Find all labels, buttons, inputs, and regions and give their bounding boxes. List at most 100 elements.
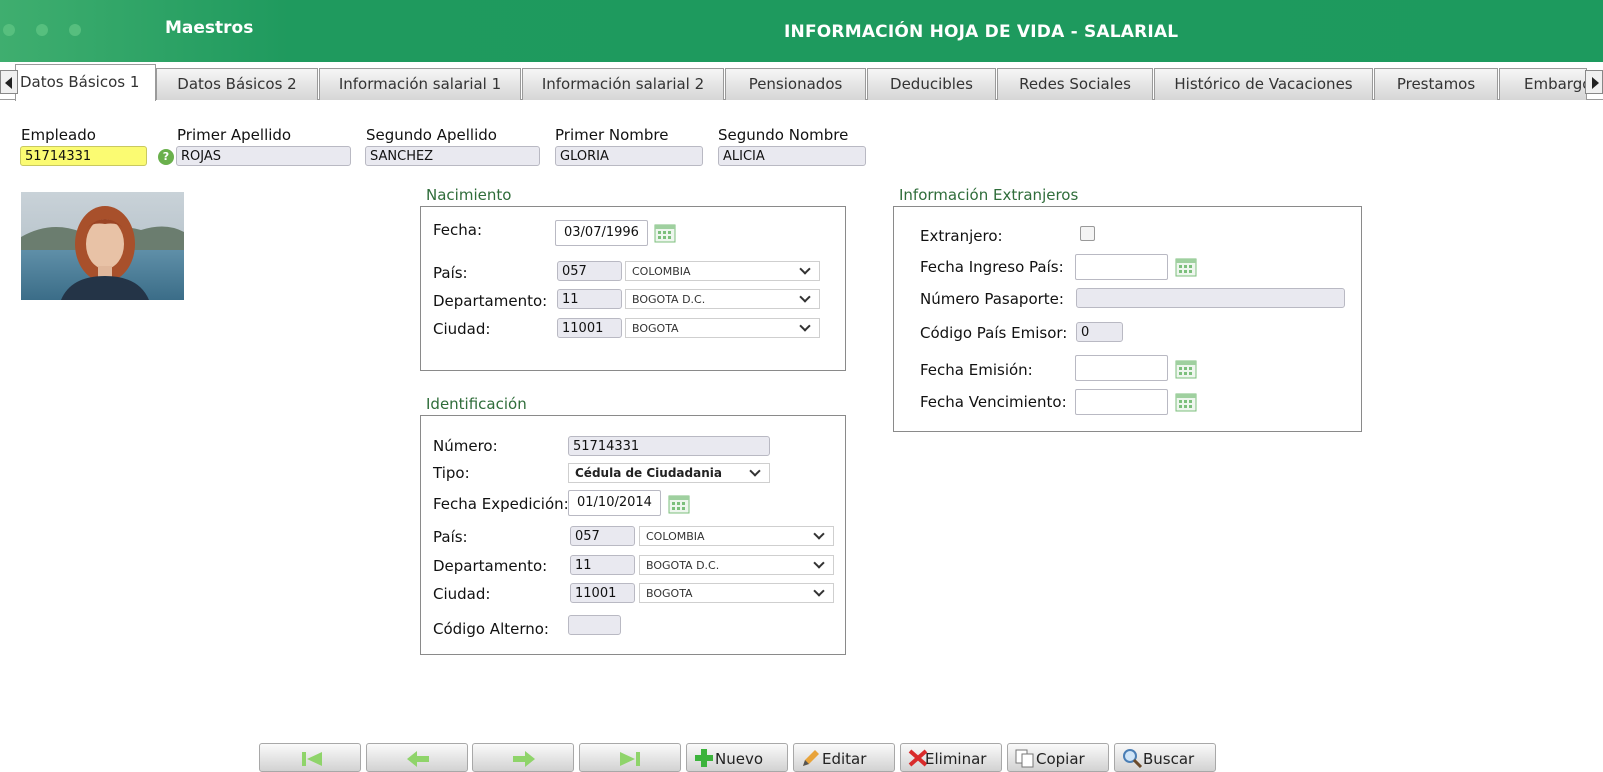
tab-informacion-salarial-1[interactable]: Información salarial 1 <box>319 68 521 100</box>
arrow-left-icon <box>407 751 429 767</box>
foreigner-checkbox[interactable] <box>1080 226 1095 241</box>
search-button[interactable]: Buscar <box>1114 743 1216 772</box>
calendar-icon[interactable] <box>1175 359 1197 379</box>
chevron-down-icon <box>799 291 811 303</box>
last-icon <box>620 752 640 766</box>
first-name-label: Primer Nombre <box>555 126 669 144</box>
birth-dept-label: Departamento: <box>433 292 548 310</box>
birth-city-select[interactable]: BOGOTA <box>625 318 820 338</box>
tab-bar: Datos Básicos 1 Datos Básicos 2 Informac… <box>0 64 1603 101</box>
module-name[interactable]: Maestros <box>165 18 253 38</box>
second-surname-label: Segundo Apellido <box>366 126 497 144</box>
birth-dept-select[interactable]: BOGOTA D.C. <box>625 289 820 309</box>
issuer-country-label: Código País Emisor: <box>920 324 1068 342</box>
calendar-icon[interactable] <box>1175 392 1197 412</box>
tab-scroll-left-button[interactable] <box>0 70 18 94</box>
passport-field[interactable] <box>1076 288 1345 308</box>
tab-datos-basicos-2[interactable]: Datos Básicos 2 <box>156 68 318 100</box>
arrow-right-icon <box>513 751 535 767</box>
calendar-icon[interactable] <box>654 223 676 243</box>
tab-historico-vacaciones[interactable]: Histórico de Vacaciones <box>1154 68 1373 100</box>
second-name-label: Segundo Nombre <box>718 126 849 144</box>
birth-date-label: Fecha: <box>433 221 483 239</box>
chevron-down-icon <box>749 465 761 477</box>
arrow-right-icon <box>1592 77 1599 89</box>
id-city-code[interactable]: 11001 <box>570 583 635 603</box>
id-type-select[interactable]: Cédula de Ciudadania <box>568 463 770 483</box>
birth-section-title: Nacimiento <box>426 186 512 204</box>
birth-date-input[interactable]: 03/07/1996 <box>555 220 648 246</box>
first-surname-label: Primer Apellido <box>177 126 292 144</box>
second-surname-field[interactable]: SANCHEZ <box>365 146 540 166</box>
alt-code-field[interactable] <box>568 615 621 635</box>
next-record-button[interactable] <box>472 743 574 772</box>
chevron-down-icon <box>813 585 825 597</box>
id-city-select[interactable]: BOGOTA <box>639 583 834 603</box>
identification-section-title: Identificación <box>426 395 527 413</box>
id-dept-code[interactable]: 11 <box>570 555 635 575</box>
birth-country-code[interactable]: 057 <box>557 261 622 281</box>
birth-city-label: Ciudad: <box>433 320 491 338</box>
entry-date-input[interactable] <box>1075 254 1168 280</box>
id-dept-select[interactable]: BOGOTA D.C. <box>639 555 834 575</box>
arrow-left-icon <box>5 77 12 89</box>
passport-label: Número Pasaporte: <box>920 290 1064 308</box>
app-header: Maestros INFORMACIÓN HOJA DE VIDA - SALA… <box>0 0 1603 62</box>
tab-embargos[interactable]: Embargos <box>1499 68 1587 100</box>
foreigner-label: Extranjero: <box>920 227 1003 245</box>
tab-deducibles[interactable]: Deducibles <box>867 68 996 100</box>
chevron-down-icon <box>799 320 811 332</box>
chevron-down-icon <box>813 528 825 540</box>
first-name-field[interactable]: GLORIA <box>555 146 703 166</box>
id-type-label: Tipo: <box>433 464 470 482</box>
id-city-label: Ciudad: <box>433 585 491 603</box>
birth-city-code[interactable]: 11001 <box>557 318 622 338</box>
calendar-icon[interactable] <box>1175 257 1197 277</box>
new-button[interactable]: Nuevo <box>686 743 788 772</box>
id-country-select[interactable]: COLOMBIA <box>639 526 834 546</box>
id-number-field[interactable]: 51714331 <box>568 436 770 456</box>
delete-button[interactable]: Eliminar <box>900 743 1002 772</box>
tab-informacion-salarial-2[interactable]: Información salarial 2 <box>522 68 724 100</box>
last-record-button[interactable] <box>579 743 681 772</box>
edit-button[interactable]: Editar <box>793 743 895 772</box>
alt-code-label: Código Alterno: <box>433 620 549 638</box>
pencil-icon <box>803 750 819 766</box>
previous-record-button[interactable] <box>366 743 468 772</box>
id-dept-label: Departamento: <box>433 557 548 575</box>
chevron-down-icon <box>799 263 811 275</box>
id-issue-date-input[interactable]: 01/10/2014 <box>568 490 661 516</box>
copy-button[interactable]: Copiar <box>1007 743 1109 772</box>
second-name-field[interactable]: ALICIA <box>718 146 866 166</box>
id-country-code[interactable]: 057 <box>570 526 635 546</box>
window-dot <box>69 24 81 36</box>
entry-date-label: Fecha Ingreso País: <box>920 258 1064 276</box>
calendar-icon[interactable] <box>668 494 690 514</box>
search-icon <box>1123 749 1143 768</box>
first-icon <box>302 752 322 766</box>
emission-date-input[interactable] <box>1075 355 1168 381</box>
expiry-date-label: Fecha Vencimiento: <box>920 393 1067 411</box>
first-record-button[interactable] <box>259 743 361 772</box>
tab-pensionados[interactable]: Pensionados <box>725 68 866 100</box>
employee-photo <box>21 192 184 300</box>
employee-label: Empleado <box>21 126 96 144</box>
tab-prestamos[interactable]: Prestamos <box>1374 68 1498 100</box>
plus-icon <box>695 749 713 767</box>
birth-country-label: País: <box>433 264 468 282</box>
expiry-date-input[interactable] <box>1075 389 1168 415</box>
birth-dept-code[interactable]: 11 <box>557 289 622 309</box>
help-icon[interactable]: ? <box>158 149 174 165</box>
birth-country-select[interactable]: COLOMBIA <box>625 261 820 281</box>
id-issue-date-label: Fecha Expedición: <box>433 495 569 513</box>
first-surname-field[interactable]: ROJAS <box>176 146 351 166</box>
page-title: INFORMACIÓN HOJA DE VIDA - SALARIAL <box>784 22 1179 42</box>
employee-input[interactable]: 51714331 <box>20 146 147 166</box>
tab-scroll-right-button[interactable] <box>1585 70 1603 94</box>
tab-redes-sociales[interactable]: Redes Sociales <box>997 68 1153 100</box>
id-country-label: País: <box>433 528 468 546</box>
chevron-down-icon <box>813 557 825 569</box>
tab-datos-basicos-1[interactable]: Datos Básicos 1 <box>15 64 156 101</box>
copy-icon <box>1015 749 1034 768</box>
issuer-country-field[interactable]: 0 <box>1076 322 1123 342</box>
